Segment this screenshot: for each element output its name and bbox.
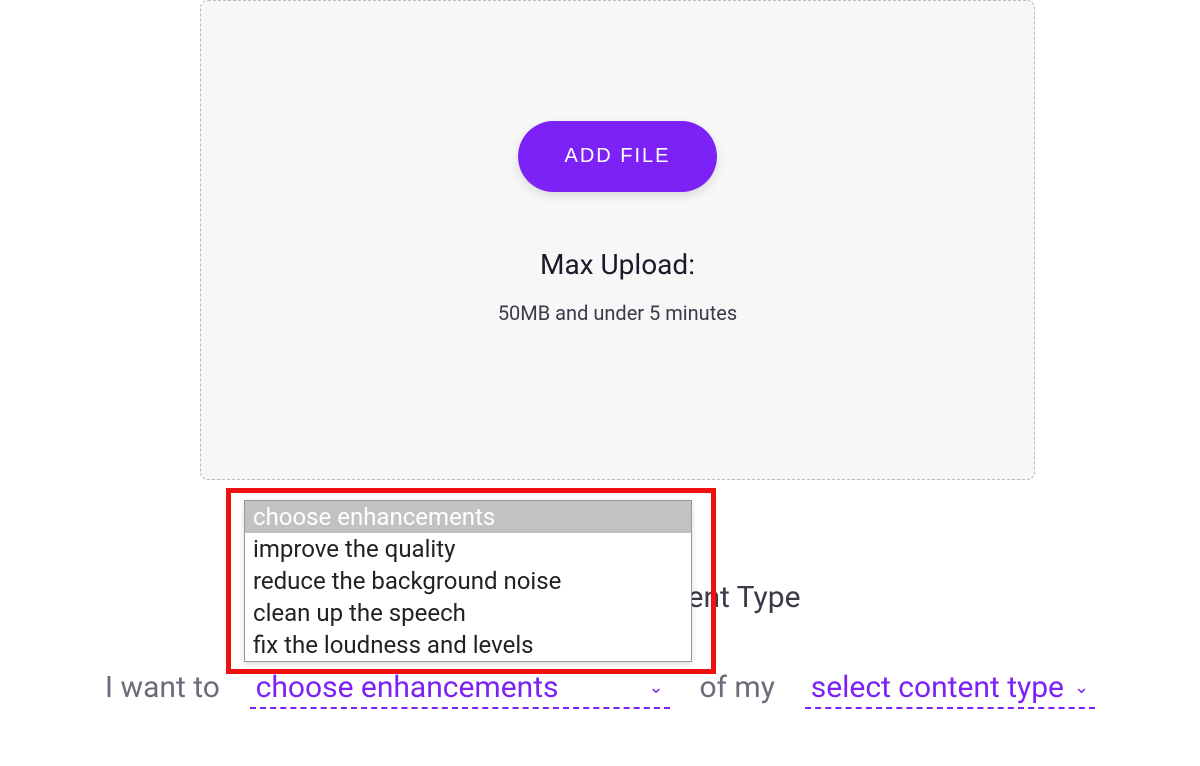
upload-dropzone[interactable]: ADD FILE Max Upload: 50MB and under 5 mi…	[200, 0, 1035, 480]
enhancement-option[interactable]: clean up the speech	[245, 597, 691, 629]
enhancement-option[interactable]: choose enhancements	[245, 501, 691, 533]
enhancement-option[interactable]: improve the quality	[245, 533, 691, 565]
enhancement-sentence: I want to choose enhancements ⌄ of my se…	[0, 670, 1200, 709]
enhancement-option[interactable]: reduce the background noise	[245, 565, 691, 597]
content-type-select-value: select content type	[811, 670, 1064, 705]
content-type-select[interactable]: select content type ⌄	[805, 670, 1095, 709]
max-upload-heading: Max Upload:	[540, 248, 695, 281]
max-upload-sub: 50MB and under 5 minutes	[498, 301, 737, 325]
chevron-down-icon: ⌄	[1074, 677, 1089, 698]
add-file-button[interactable]: ADD FILE	[518, 121, 716, 192]
enhancement-select[interactable]: choose enhancements ⌄	[250, 670, 670, 709]
enhancement-select-popup[interactable]: choose enhancements improve the quality …	[244, 500, 692, 662]
chevron-down-icon: ⌄	[649, 677, 664, 698]
sentence-prefix: I want to	[105, 670, 220, 705]
enhancement-option[interactable]: fix the loudness and levels	[245, 629, 691, 661]
enhancement-select-value: choose enhancements	[256, 670, 559, 705]
sentence-middle: of my	[699, 670, 774, 705]
